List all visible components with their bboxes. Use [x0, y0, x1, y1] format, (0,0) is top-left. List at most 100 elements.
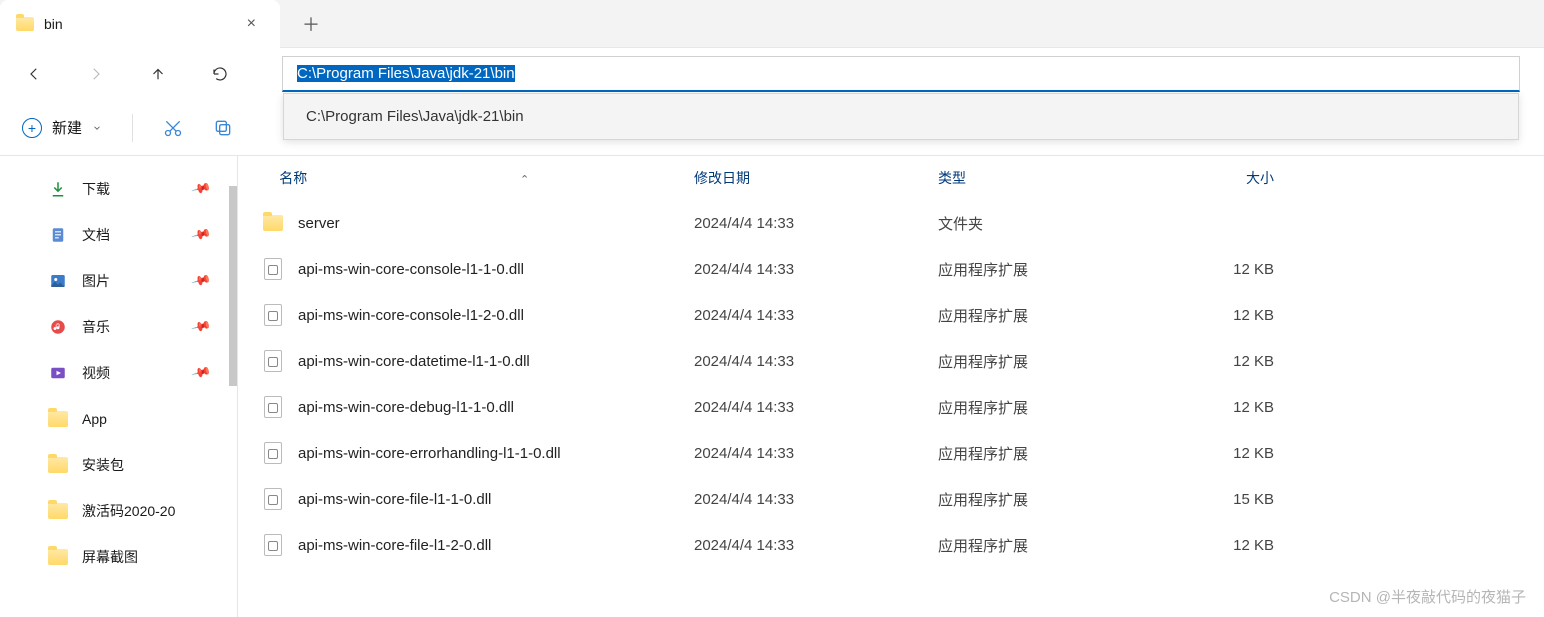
file-list: server2024/4/4 14:33文件夹api-ms-win-core-c…: [238, 200, 1544, 617]
file-type: 应用程序扩展: [938, 535, 1152, 556]
file-type: 应用程序扩展: [938, 351, 1152, 372]
file-row[interactable]: api-ms-win-core-datetime-l1-1-0.dll 2024/…: [238, 338, 1544, 384]
sidebar-item-3[interactable]: 音乐 📌: [0, 304, 237, 350]
video-icon: [48, 363, 68, 383]
sidebar-item-label: 下载: [82, 179, 110, 199]
file-date: 2024/4/4 14:33: [694, 261, 938, 278]
file-name: api-ms-win-core-datetime-l1-1-0.dll: [298, 353, 530, 370]
sidebar-scrollbar[interactable]: [229, 186, 237, 386]
new-button-label: 新建: [52, 117, 82, 138]
sidebar-item-6[interactable]: 安装包: [0, 442, 237, 488]
file-row[interactable]: api-ms-win-core-errorhandling-l1-1-0.dll…: [238, 430, 1544, 476]
file-row[interactable]: api-ms-win-core-file-l1-1-0.dll 2024/4/4 …: [238, 476, 1544, 522]
file-size: 12 KB: [1152, 261, 1302, 278]
plus-icon: +: [22, 118, 42, 138]
pin-icon: 📌: [190, 178, 212, 200]
sidebar: 下载📌文档📌图片📌音乐📌视频📌App安装包激活码2020-20屏幕截图: [0, 156, 237, 617]
file-name: api-ms-win-core-console-l1-1-0.dll: [298, 261, 524, 278]
sidebar-item-0[interactable]: 下载 📌: [0, 166, 237, 212]
file-row[interactable]: api-ms-win-core-console-l1-1-0.dll 2024/4…: [238, 246, 1544, 292]
back-button[interactable]: [24, 64, 44, 84]
folder-icon: [48, 409, 68, 429]
new-button[interactable]: + 新建: [22, 117, 102, 138]
file-type: 应用程序扩展: [938, 489, 1152, 510]
up-button[interactable]: [148, 64, 168, 84]
pin-icon: 📌: [190, 316, 212, 338]
divider: [132, 114, 133, 142]
dll-icon: [264, 488, 282, 510]
dll-icon: [264, 350, 282, 372]
forward-button[interactable]: [86, 64, 106, 84]
sidebar-item-label: 激活码2020-20: [82, 501, 175, 521]
folder-icon: [263, 215, 283, 231]
document-icon: [48, 225, 68, 245]
sidebar-item-label: 视频: [82, 363, 110, 383]
file-size: 12 KB: [1152, 537, 1302, 554]
sidebar-item-8[interactable]: 屏幕截图: [0, 534, 237, 580]
sidebar-item-5[interactable]: App: [0, 396, 237, 442]
address-bar[interactable]: C:\Program Files\Java\jdk-21\bin: [282, 56, 1520, 92]
file-row[interactable]: server2024/4/4 14:33文件夹: [238, 200, 1544, 246]
file-date: 2024/4/4 14:33: [694, 353, 938, 370]
file-row[interactable]: api-ms-win-core-debug-l1-1-0.dll 2024/4/4…: [238, 384, 1544, 430]
tab-bar: bin × ＋: [0, 0, 1544, 48]
refresh-button[interactable]: [210, 64, 230, 84]
pin-icon: 📌: [190, 224, 212, 246]
col-header-size[interactable]: 大小: [1152, 168, 1302, 188]
picture-icon: [48, 271, 68, 291]
dll-icon: [264, 304, 282, 326]
col-header-date[interactable]: 修改日期: [694, 168, 938, 188]
sidebar-item-4[interactable]: 视频 📌: [0, 350, 237, 396]
new-tab-button[interactable]: ＋: [280, 11, 342, 37]
sidebar-item-label: 安装包: [82, 455, 124, 475]
folder-icon: [16, 17, 34, 31]
file-row[interactable]: api-ms-win-core-console-l1-2-0.dll 2024/4…: [238, 292, 1544, 338]
chevron-down-icon: [92, 123, 102, 133]
sidebar-item-7[interactable]: 激活码2020-20: [0, 488, 237, 534]
file-pane: ⌃名称 修改日期 类型 大小 server2024/4/4 14:33文件夹ap…: [237, 156, 1544, 617]
folder-icon: [48, 501, 68, 521]
file-name: api-ms-win-core-console-l1-2-0.dll: [298, 307, 524, 324]
dll-icon: [264, 534, 282, 556]
tab-title: bin: [44, 16, 229, 32]
file-size: 12 KB: [1152, 445, 1302, 462]
file-name: api-ms-win-core-debug-l1-1-0.dll: [298, 399, 514, 416]
file-date: 2024/4/4 14:33: [694, 399, 938, 416]
dll-icon: [264, 396, 282, 418]
tab-active[interactable]: bin ×: [0, 0, 280, 48]
file-date: 2024/4/4 14:33: [694, 307, 938, 324]
sidebar-item-1[interactable]: 文档📌: [0, 212, 237, 258]
col-header-type[interactable]: 类型: [938, 168, 1152, 188]
sidebar-item-label: 图片: [82, 271, 110, 291]
file-type: 应用程序扩展: [938, 443, 1152, 464]
folder-icon: [48, 547, 68, 567]
file-date: 2024/4/4 14:33: [694, 215, 938, 232]
copy-icon[interactable]: [213, 118, 233, 138]
nav-bar: C:\Program Files\Java\jdk-21\bin: [0, 48, 1544, 100]
close-icon[interactable]: ×: [239, 11, 264, 37]
dll-icon: [264, 258, 282, 280]
file-date: 2024/4/4 14:33: [694, 445, 938, 462]
file-name: api-ms-win-core-file-l1-1-0.dll: [298, 491, 491, 508]
file-name: api-ms-win-core-file-l1-2-0.dll: [298, 537, 491, 554]
sidebar-item-label: App: [82, 411, 107, 427]
sidebar-item-label: 音乐: [82, 317, 110, 337]
address-suggestion[interactable]: C:\Program Files\Java\jdk-21\bin: [284, 94, 1518, 139]
cut-icon[interactable]: [163, 118, 183, 138]
pin-icon: 📌: [190, 362, 212, 384]
col-header-name[interactable]: ⌃名称: [262, 168, 694, 188]
file-date: 2024/4/4 14:33: [694, 491, 938, 508]
music-icon: [48, 317, 68, 337]
file-size: 12 KB: [1152, 399, 1302, 416]
file-size: 12 KB: [1152, 307, 1302, 324]
file-type: 应用程序扩展: [938, 305, 1152, 326]
pin-icon: 📌: [190, 270, 212, 292]
file-date: 2024/4/4 14:33: [694, 537, 938, 554]
address-input[interactable]: [283, 57, 1519, 90]
file-type: 文件夹: [938, 213, 1152, 234]
file-row[interactable]: api-ms-win-core-file-l1-2-0.dll 2024/4/4 …: [238, 522, 1544, 568]
sidebar-item-2[interactable]: 图片 📌: [0, 258, 237, 304]
address-dropdown: C:\Program Files\Java\jdk-21\bin: [283, 93, 1519, 140]
watermark: CSDN @半夜敲代码的夜猫子: [1329, 586, 1526, 607]
file-type: 应用程序扩展: [938, 397, 1152, 418]
